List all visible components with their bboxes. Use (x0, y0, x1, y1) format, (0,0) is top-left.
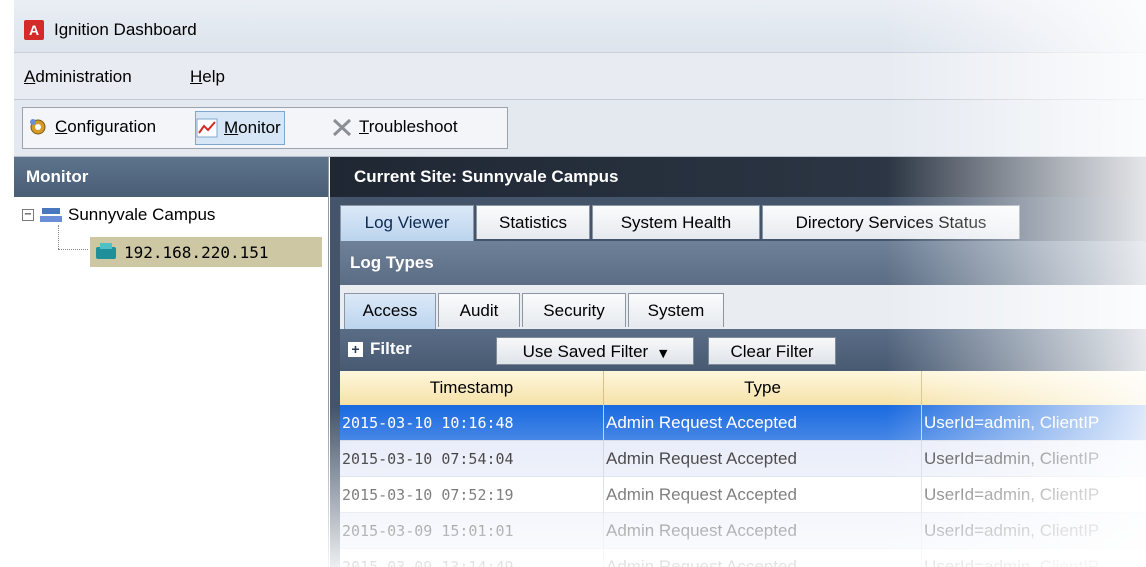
tools-icon (331, 117, 353, 137)
cell-detail: UserId=admin, ClientIP (924, 449, 1100, 468)
tree-item-label: 192.168.220.151 (124, 242, 269, 262)
menu-bar: Administration Help (14, 53, 1146, 100)
title-bar: A Ignition Dashboard (14, 0, 1146, 53)
filter-label[interactable]: Filter (370, 339, 412, 359)
cell-detail: UserId=admin, ClientIP (924, 485, 1100, 504)
tab-security[interactable]: Security (522, 293, 626, 327)
tab-system[interactable]: System (628, 293, 724, 327)
log-types-header: Log Types (340, 241, 1146, 285)
cell-type: Admin Request Accepted (604, 477, 922, 513)
tree-item-label: Sunnyvale Campus (68, 205, 216, 224)
monitor-label: Monitor (224, 118, 281, 137)
cell-type: Admin Request Accepted (604, 441, 922, 477)
current-site-header: Current Site: Sunnyvale Campus (330, 157, 1146, 197)
sidebar-title: Monitor (14, 157, 328, 197)
tab-directory-services-status[interactable]: Directory Services Status (762, 205, 1020, 239)
cell-detail: UserId=admin, ClientIP (924, 521, 1100, 540)
toolbar-group: Configuration Monitor Troubleshoot (22, 107, 508, 149)
table-header: Timestamp Type (340, 371, 1146, 406)
log-table: Timestamp Type 2015-03-10 10:16:48 Admin… (340, 371, 1146, 567)
app-logo-icon: A (24, 20, 44, 40)
cell-timestamp: 2015-03-10 07:52:19 (340, 477, 604, 513)
cell-type: Admin Request Accepted (604, 549, 922, 567)
table-row[interactable]: 2015-03-09 13:14:49 Admin Request Accept… (340, 549, 1146, 567)
configuration-label: Configuration (55, 117, 157, 136)
clear-filter-button[interactable]: Clear Filter (708, 337, 836, 365)
menu-help[interactable]: Help (190, 67, 225, 87)
cell-timestamp: 2015-03-09 15:01:01 (340, 513, 604, 549)
column-timestamp[interactable]: Timestamp (340, 371, 604, 405)
configuration-button[interactable]: Configuration (27, 111, 156, 143)
tree-connector (58, 249, 88, 250)
collapse-icon[interactable]: − (22, 209, 34, 221)
cell-type: Admin Request Accepted (604, 513, 922, 549)
sidebar: Monitor − Sunnyvale Campus 192.168.220.1… (14, 157, 329, 567)
tab-statistics[interactable]: Statistics (476, 205, 590, 239)
cell-timestamp: 2015-03-10 10:16:48 (340, 405, 604, 441)
cell-timestamp: 2015-03-10 07:54:04 (340, 441, 604, 477)
table-row[interactable]: 2015-03-10 07:52:19 Admin Request Accept… (340, 477, 1146, 513)
expand-filter-icon[interactable]: + (348, 342, 363, 357)
column-type[interactable]: Type (604, 371, 922, 405)
network-icon (38, 206, 64, 224)
main-panel: Current Site: Sunnyvale Campus Log Viewe… (330, 157, 1146, 567)
cell-detail: UserId=admin, ClientIP (924, 557, 1100, 567)
tree-item-ip[interactable]: 192.168.220.151 (90, 237, 322, 267)
table-row[interactable]: 2015-03-10 10:16:48 Admin Request Accept… (340, 405, 1146, 441)
tab-audit[interactable]: Audit (438, 293, 520, 327)
tree-item-sunnyvale-campus[interactable]: − Sunnyvale Campus (22, 205, 215, 225)
toolbar: Configuration Monitor Troubleshoot (14, 100, 1146, 157)
column-details[interactable] (922, 371, 1146, 405)
cell-detail: UserId=admin, ClientIP (924, 413, 1100, 432)
log-type-tabs: Access Audit Security System (340, 285, 1146, 329)
monitor-button[interactable]: Monitor (195, 111, 285, 145)
tab-system-health[interactable]: System Health (592, 205, 760, 239)
table-row[interactable]: 2015-03-09 15:01:01 Admin Request Accept… (340, 513, 1146, 549)
tree-connector (58, 225, 59, 249)
troubleshoot-button[interactable]: Troubleshoot (331, 111, 458, 143)
filter-bar: + Filter Use Saved Filter ▼ Clear Filter (340, 329, 1146, 371)
chart-icon (196, 118, 218, 138)
use-saved-filter-dropdown[interactable]: Use Saved Filter ▼ (496, 337, 694, 365)
troubleshoot-label: Troubleshoot (359, 117, 458, 136)
gear-icon (27, 117, 49, 137)
cell-timestamp: 2015-03-09 13:14:49 (340, 549, 604, 567)
app-window: A Ignition Dashboard Administration Help… (14, 0, 1146, 567)
table-row[interactable]: 2015-03-10 07:54:04 Admin Request Accept… (340, 441, 1146, 477)
chevron-down-icon: ▼ (658, 347, 668, 360)
window-title: Ignition Dashboard (54, 20, 197, 39)
menu-administration[interactable]: Administration (24, 67, 132, 87)
tab-access[interactable]: Access (344, 293, 436, 329)
cell-type: Admin Request Accepted (604, 405, 922, 441)
saved-filter-label: Use Saved Filter (522, 342, 649, 361)
server-icon (94, 241, 118, 263)
tab-log-viewer[interactable]: Log Viewer (340, 205, 474, 241)
